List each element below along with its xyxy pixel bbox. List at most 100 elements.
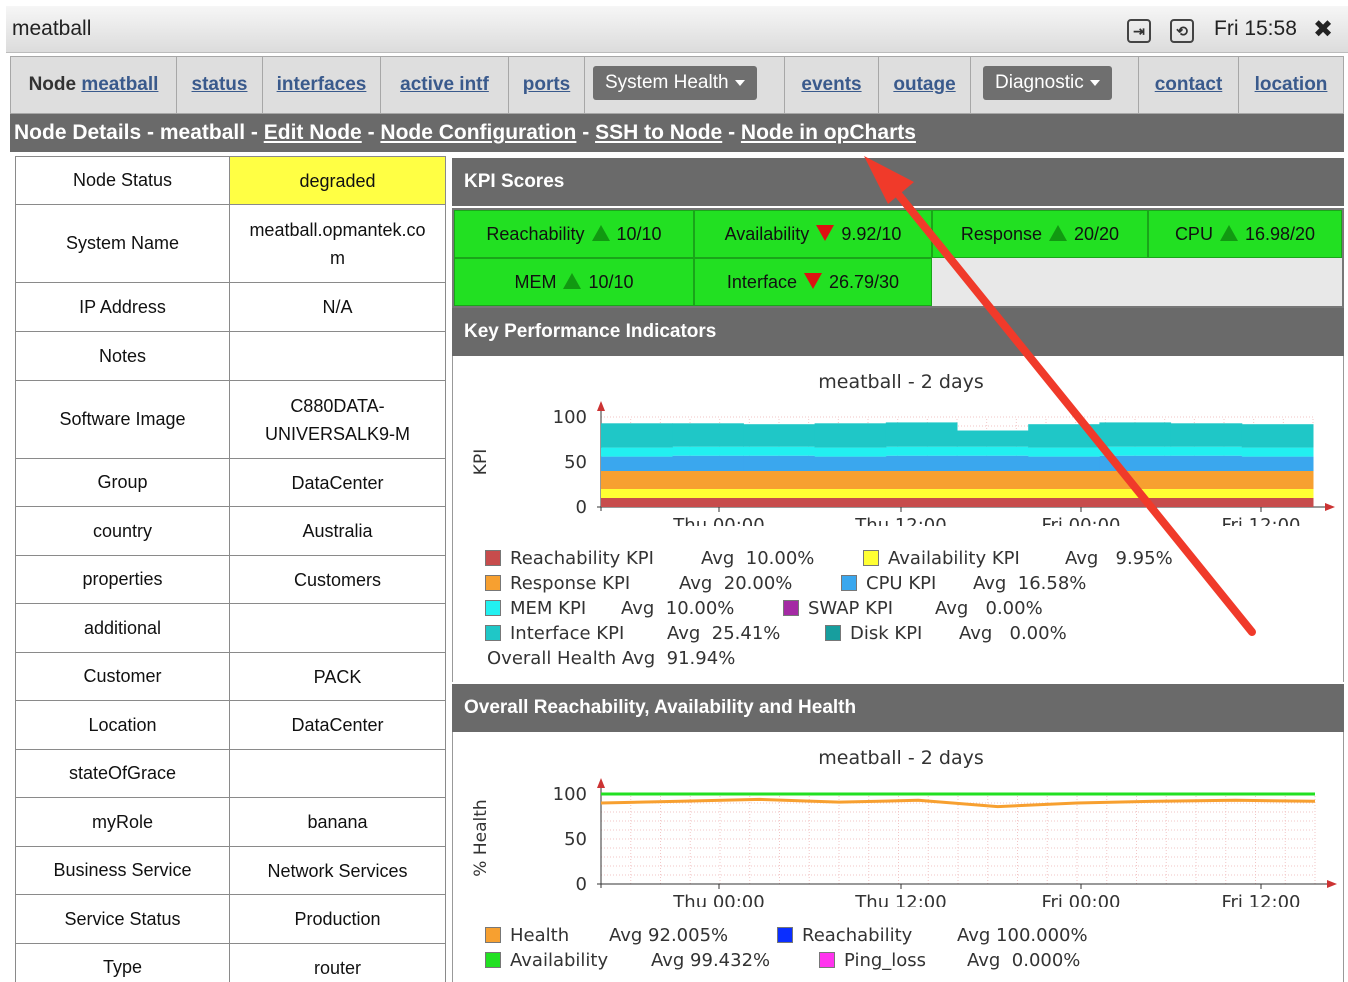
nav-interfaces[interactable]: interfaces (263, 57, 381, 113)
nav-status[interactable]: status (177, 57, 263, 113)
detail-key: Notes (15, 331, 230, 381)
area-band (601, 471, 673, 489)
area-band (743, 498, 816, 507)
detail-value: C880DATA- UNIVERSALK9-M (229, 380, 446, 459)
area-band (814, 456, 887, 471)
nav-ports[interactable]: ports (509, 57, 585, 113)
refresh-icon[interactable]: ⟲ (1170, 19, 1194, 43)
trend-down-icon (816, 225, 835, 241)
close-icon[interactable]: ✖ (1313, 15, 1333, 44)
window-title: meatball (12, 17, 92, 40)
trend-up-icon (1219, 225, 1238, 241)
nav-active-intf[interactable]: active intf (381, 57, 509, 113)
trend-down-icon (803, 273, 822, 289)
detail-value: Production (229, 894, 446, 944)
system-health-dropdown[interactable]: System Health (593, 66, 757, 100)
area-band (672, 455, 744, 471)
health-graph[interactable]: meatball - 2 days % Health 0 50 100 Thu 00:… (452, 732, 1344, 982)
kpi-scores-grid: Reachability 10/10 Availability 9.92/10 … (452, 208, 1344, 308)
node-in-opcharts-link[interactable]: Node in opCharts (741, 121, 916, 144)
area-band (814, 447, 887, 457)
kpi-score-interface: Interface 26.79/30 (694, 258, 932, 306)
kpi-score-mem: MEM 10/10 (454, 258, 694, 306)
legend-row: Reachability KPI Avg 10.00% Availability… (485, 546, 1173, 571)
ssh-to-node-link[interactable]: SSH to Node (595, 121, 722, 144)
clock: Fri 15:58 (1214, 17, 1297, 40)
legend-avg: Avg 0.00% (959, 623, 1067, 644)
legend-avg: Avg 25.41% (667, 623, 781, 644)
table-row: Software Image C880DATA- UNIVERSALK9-M (15, 380, 446, 459)
legend-avg: Avg 100.000% (957, 925, 1088, 946)
legend-avg: Avg 10.00% (621, 598, 735, 619)
x-tick-label: Thu 00:00 (672, 515, 764, 526)
legend-item: Health (485, 923, 569, 948)
detail-value: router (229, 943, 446, 982)
legend-avg: Avg 0.00% (935, 598, 1043, 619)
legend-swatch (485, 550, 501, 566)
detail-key: properties (15, 555, 230, 604)
trend-up-icon (591, 225, 610, 241)
legend-avg: Avg 99.432% (651, 950, 771, 971)
nav-ports-link[interactable]: ports (523, 74, 571, 95)
login-icon[interactable]: ⇥ (1127, 19, 1151, 43)
table-row: myRole banana (15, 797, 446, 847)
nav-events-link[interactable]: events (801, 74, 861, 95)
nav-events[interactable]: events (785, 57, 879, 113)
area-band (885, 446, 958, 456)
legend-label: Reachability (802, 925, 913, 946)
area-band (1170, 455, 1243, 471)
area-band (743, 489, 816, 498)
detail-key: Business Service (15, 846, 230, 895)
legend-swatch (841, 575, 857, 591)
table-row: additional (15, 603, 446, 653)
area-band (743, 446, 816, 456)
nav-outage-link[interactable]: outage (893, 74, 955, 95)
table-row: Customer PACK (15, 652, 446, 701)
area-band (814, 423, 887, 448)
diagnostic-dropdown[interactable]: Diagnostic (983, 66, 1112, 100)
area-band (1170, 471, 1243, 489)
detail-key: Software Image (15, 380, 230, 459)
diagnostic-label: Diagnostic (995, 72, 1084, 93)
nav-contact-link[interactable]: contact (1155, 74, 1223, 95)
nav-location-link[interactable]: location (1255, 74, 1328, 95)
table-row: Group DataCenter (15, 458, 446, 507)
nav-status-link[interactable]: status (192, 74, 248, 95)
area-band (885, 471, 958, 489)
edit-node-link[interactable]: Edit Node (264, 121, 362, 144)
area-band (1028, 447, 1100, 457)
health-panel-header: Overall Reachability, Availability and H… (452, 684, 1344, 732)
node-configuration-link[interactable]: Node Configuration (380, 121, 576, 144)
legend-label: Response KPI (510, 573, 631, 594)
nav-interfaces-link[interactable]: interfaces (277, 74, 367, 95)
legend-avg: Avg 92.005% (609, 925, 729, 946)
legend-item: Response KPI (485, 571, 630, 596)
node-nav-bar: Node meatball status interfaces active i… (10, 56, 1344, 114)
node-details-table: Node Status degraded System Name meatball.… (15, 156, 446, 982)
overall-health: Overall Health Avg 91.94% (487, 648, 736, 669)
area-band (885, 489, 958, 498)
y-tick-label: 100 (553, 784, 587, 805)
nav-node-link[interactable]: meatball (81, 74, 158, 95)
area-band (957, 489, 1029, 498)
legend-row: Interface KPI Avg 25.41% Disk KPI Avg 0.… (485, 621, 1067, 646)
legend-row: MEM KPI Avg 10.00% SWAP KPI Avg 0.00% (485, 596, 1043, 621)
legend-swatch (485, 600, 501, 616)
detail-value: PACK (229, 652, 446, 701)
area-band (1170, 446, 1243, 456)
nav-outage[interactable]: outage (879, 57, 971, 113)
legend-swatch (485, 952, 501, 968)
status-badge: degraded (229, 156, 446, 205)
legend-avg: Avg 0.000% (967, 950, 1081, 971)
area-band (1241, 471, 1314, 489)
x-tick-label: Fri 00:00 (1041, 515, 1120, 526)
nav-contact[interactable]: contact (1139, 57, 1239, 113)
nav-active-intf-link[interactable]: active intf (400, 74, 489, 95)
nav-location[interactable]: location (1239, 57, 1343, 113)
y-axis-arrow (597, 401, 605, 411)
y-tick-label: 0 (576, 497, 587, 518)
kpi-graph[interactable]: meatball - 2 days KPI 0 50 100 Thu 00:00 Thu… (452, 356, 1344, 682)
breadcrumb-separator: - (722, 121, 741, 144)
health-legend: Health Avg 92.005% Reachability Avg 100.… (485, 923, 1088, 973)
x-axis-arrow (1327, 880, 1337, 888)
